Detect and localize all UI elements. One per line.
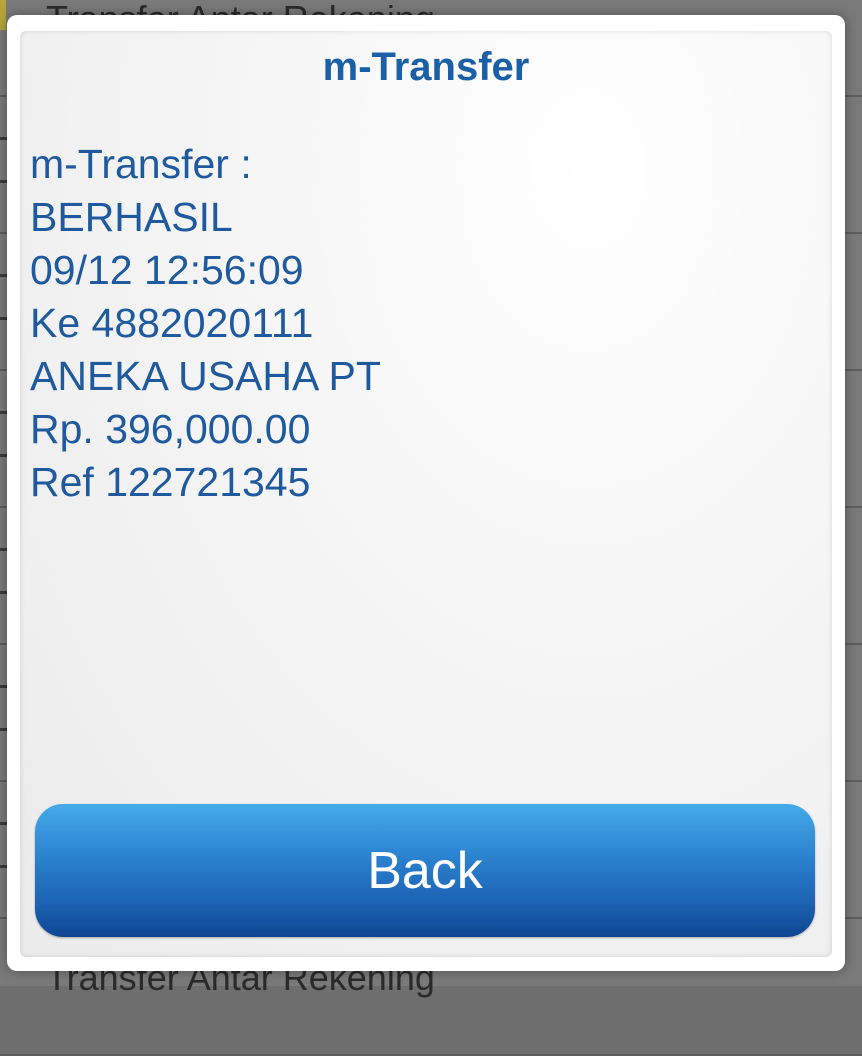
message-line-status: BERHASIL <box>30 194 233 240</box>
back-button-label: Back <box>367 841 483 900</box>
transfer-message: m-Transfer : BERHASIL 09/12 12:56:09 Ke … <box>30 138 381 509</box>
message-line-amount: Rp. 396,000.00 <box>30 406 311 452</box>
dialog-title: m-Transfer <box>322 45 530 89</box>
transfer-result-dialog: m-Transfer m-Transfer : BERHASIL 09/12 1… <box>7 15 845 971</box>
message-line-heading: m-Transfer : <box>30 141 252 187</box>
message-line-destination-account: Ke 4882020111 <box>30 300 314 346</box>
message-line-reference: Ref 122721345 <box>30 459 311 505</box>
message-line-datetime: 09/12 12:56:09 <box>30 247 304 293</box>
message-line-recipient-name: ANEKA USAHA PT <box>30 353 381 399</box>
back-button[interactable]: Back <box>35 804 815 937</box>
